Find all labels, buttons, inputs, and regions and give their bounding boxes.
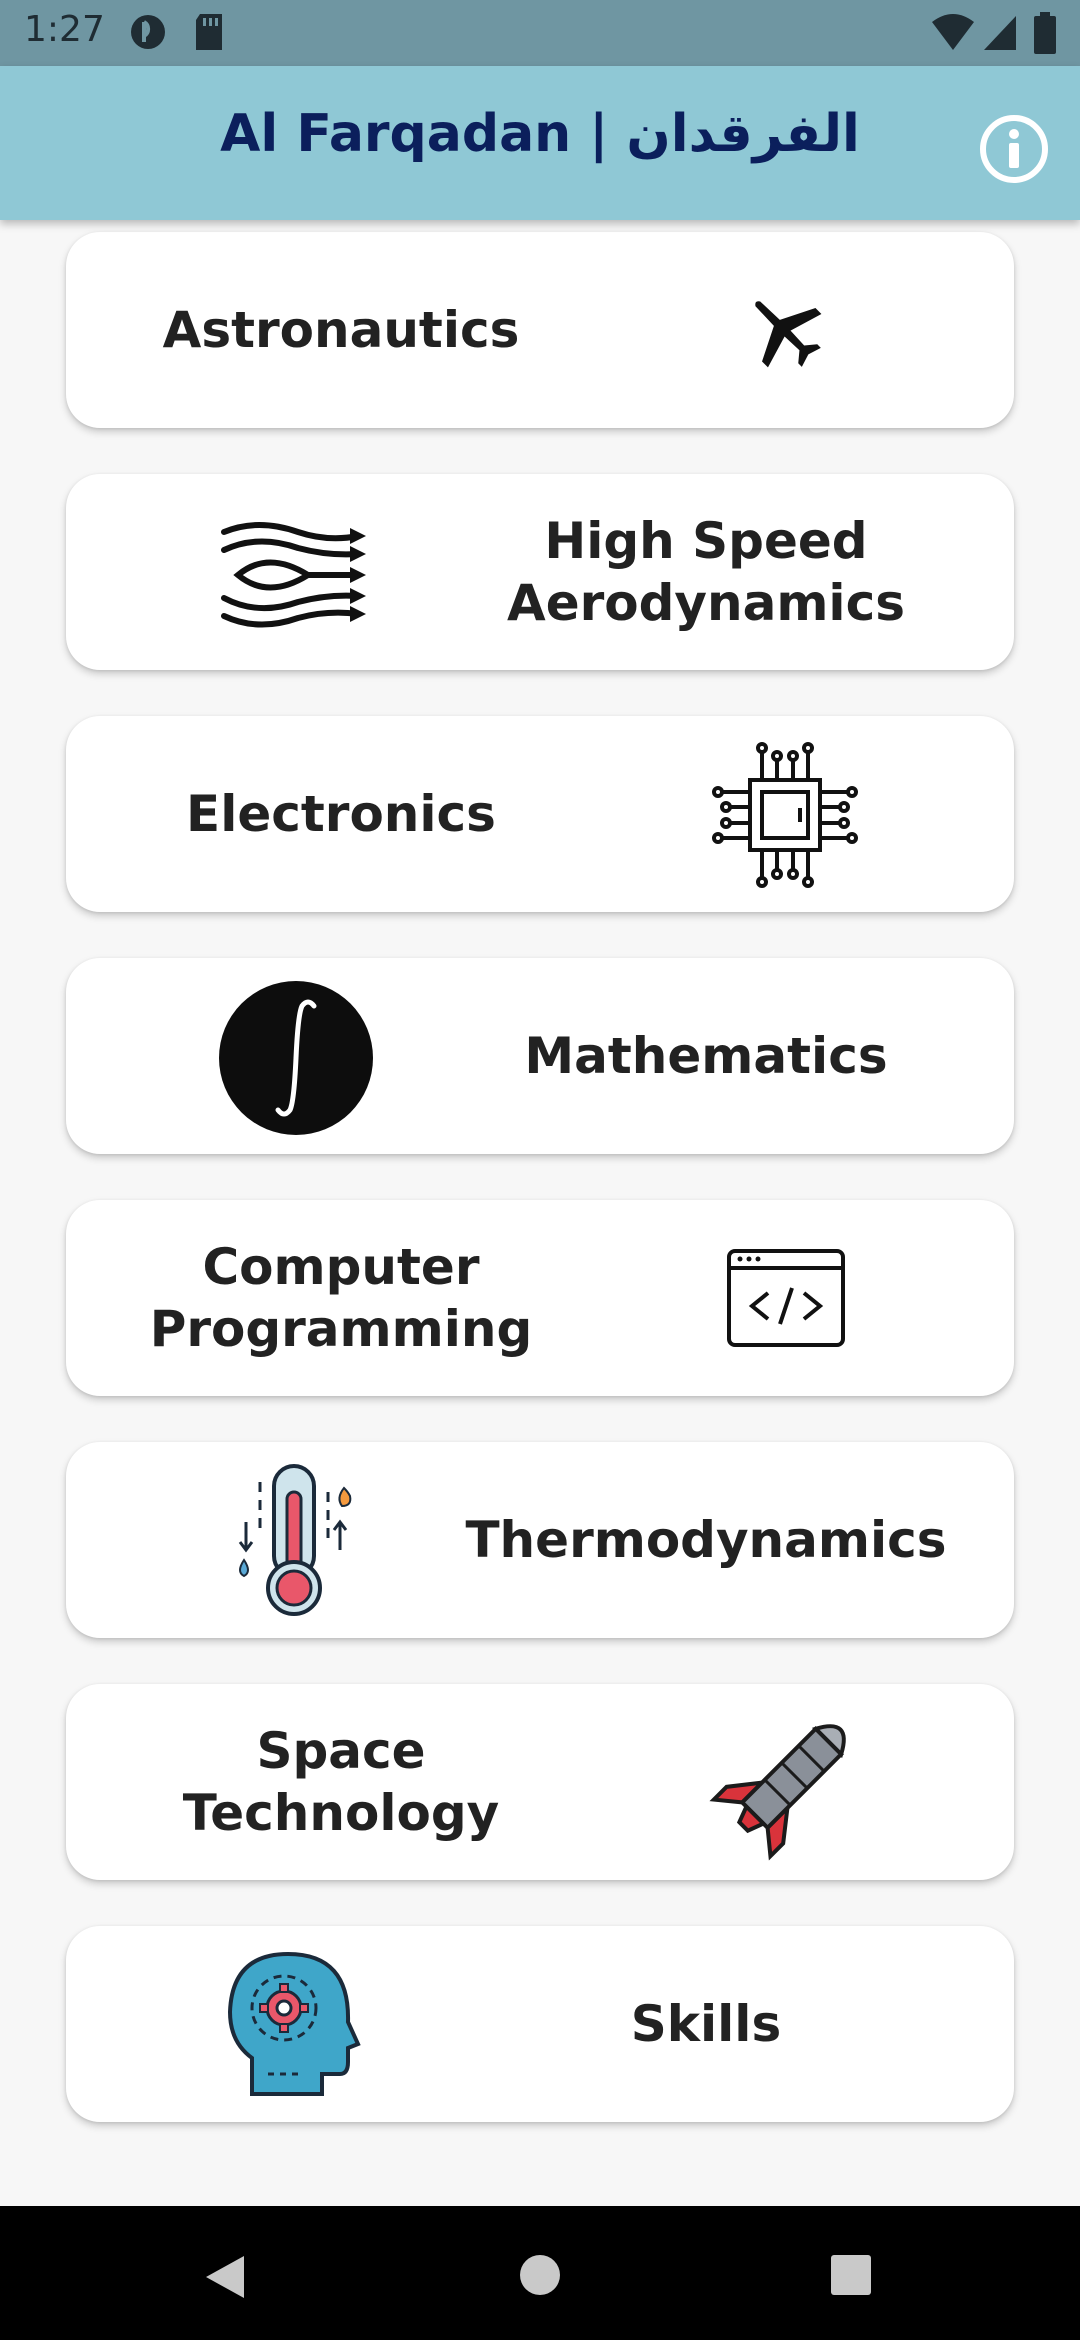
- status-bar: 1:27: [0, 0, 1080, 66]
- topic-card-skills[interactable]: Skills: [66, 1926, 1014, 2122]
- thermometer-icon: [238, 1464, 352, 1616]
- sd-card-icon: [196, 14, 222, 50]
- topic-label-electronics: Electronics: [186, 785, 496, 843]
- battery-icon: [1034, 12, 1056, 54]
- home-icon[interactable]: [519, 2254, 561, 2296]
- topic-card-space-technology[interactable]: Space Technology: [66, 1684, 1014, 1880]
- head-gear-icon: [227, 1951, 361, 2096]
- signal-icon: [984, 16, 1016, 50]
- back-icon[interactable]: [204, 2254, 246, 2300]
- recents-icon[interactable]: [830, 2254, 872, 2296]
- navigation-bar: [0, 2206, 1080, 2340]
- app-bar: Al Farqadan | الفرقدان: [0, 66, 1080, 220]
- topic-label-skills: Skills: [630, 1995, 782, 2053]
- topic-label-thermodynamics: Thermodynamics: [465, 1511, 947, 1569]
- topic-label-mathematics: Mathematics: [524, 1027, 888, 1085]
- topic-label-computer-programming: Computer Programming: [149, 1238, 533, 1358]
- app-title: Al Farqadan | الفرقدان: [220, 104, 860, 164]
- topic-label-astronautics: Astronautics: [162, 301, 520, 359]
- topic-card-high-speed-aerodynamics[interactable]: High Speed Aerodynamics: [66, 474, 1014, 670]
- topic-card-thermodynamics[interactable]: Thermodynamics: [66, 1442, 1014, 1638]
- airflow-icon: [221, 522, 366, 628]
- airplane-icon: [755, 301, 822, 368]
- topic-label-high-speed-aerodynamics: High Speed Aerodynamics: [507, 512, 905, 632]
- topic-card-computer-programming[interactable]: Computer Programming: [66, 1200, 1014, 1396]
- topic-card-astronautics[interactable]: Astronautics: [66, 232, 1014, 428]
- code-window-icon: [727, 1249, 845, 1347]
- topic-card-electronics[interactable]: Electronics: [66, 716, 1014, 912]
- status-time: 1:27: [24, 9, 105, 50]
- topic-card-mathematics[interactable]: Mathematics: [66, 958, 1014, 1154]
- wifi-icon: [932, 14, 974, 50]
- app-badge-icon: [131, 15, 165, 49]
- topic-label-space-technology: Space Technology: [182, 1722, 500, 1842]
- microchip-icon: [712, 742, 858, 888]
- integral-icon: [219, 981, 373, 1135]
- rocket-icon: [709, 1724, 846, 1861]
- info-icon[interactable]: [978, 113, 1050, 185]
